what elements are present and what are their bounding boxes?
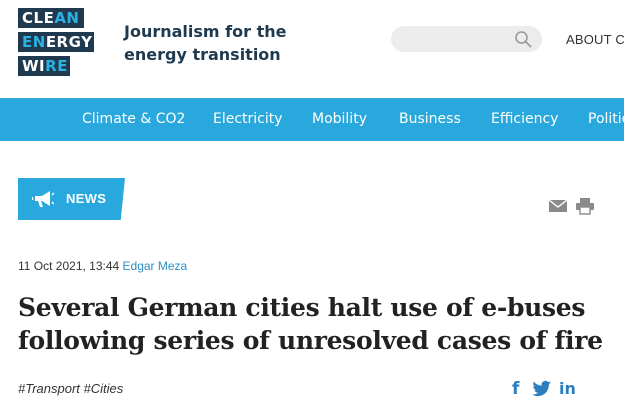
nav-item-climate[interactable]: Climate & CO2 bbox=[82, 98, 185, 141]
article-tags[interactable]: #Transport #Cities bbox=[18, 381, 123, 396]
article-title: Several German cities halt use of e-buse… bbox=[18, 293, 603, 355]
article-meta: 11 Oct 2021, 13:44 Edgar Meza bbox=[18, 259, 187, 273]
logo-text: CLE bbox=[22, 9, 55, 27]
nav-item-efficiency[interactable]: Efficiency bbox=[491, 98, 558, 141]
logo-text: AN bbox=[54, 9, 80, 27]
site-logo[interactable]: CLEAN ENERGY WIRE bbox=[18, 8, 94, 80]
logo-text: EN bbox=[22, 33, 46, 51]
site-tagline: Journalism for the energy transition bbox=[124, 22, 287, 64]
megaphone-icon bbox=[32, 191, 54, 207]
publish-date: 11 Oct 2021, 13:44 bbox=[18, 259, 120, 273]
printer-icon[interactable] bbox=[575, 197, 595, 215]
nav-item-business[interactable]: Business bbox=[399, 98, 461, 141]
facebook-share-icon[interactable]: f bbox=[512, 380, 519, 398]
category-label: NEWS bbox=[66, 191, 107, 206]
logo-text: WI bbox=[22, 57, 46, 75]
nav-item-electricity[interactable]: Electricity bbox=[213, 98, 283, 141]
search-input[interactable] bbox=[391, 26, 542, 52]
logo-text: RE bbox=[45, 57, 68, 75]
linkedin-share-icon[interactable]: in bbox=[559, 380, 576, 398]
envelope-icon[interactable] bbox=[548, 198, 568, 214]
search-icon[interactable] bbox=[514, 30, 532, 48]
main-nav: Climate & CO2 Electricity Mobility Busin… bbox=[0, 98, 624, 141]
logo-text: ERGY bbox=[45, 33, 93, 51]
author-link[interactable]: Edgar Meza bbox=[123, 259, 188, 273]
nav-item-mobility[interactable]: Mobility bbox=[312, 98, 367, 141]
twitter-icon[interactable] bbox=[532, 380, 552, 398]
category-badge[interactable]: NEWS bbox=[18, 178, 125, 220]
nav-item-politics[interactable]: Politic bbox=[588, 98, 624, 141]
about-link[interactable]: ABOUT CL bbox=[566, 32, 624, 47]
